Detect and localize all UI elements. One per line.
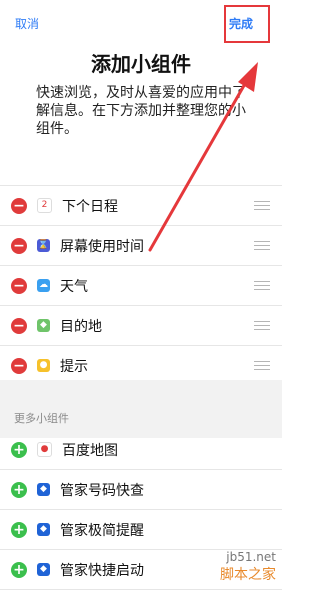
tips-icon: ● (37, 359, 50, 372)
widget-label: 天气 (60, 278, 88, 295)
widget-label: 百度地图 (62, 442, 118, 459)
remove-icon[interactable]: − (11, 277, 27, 294)
watermark-site-name: 脚本之家 (220, 567, 276, 583)
add-icon[interactable]: + (11, 481, 27, 498)
page-title: 添加小组件 (91, 52, 191, 76)
reorder-handle-icon[interactable] (254, 201, 270, 213)
shield-icon: ◆ (37, 523, 50, 536)
widget-row: − ◆ 目的地 (0, 306, 282, 346)
widget-label: 目的地 (60, 318, 102, 335)
reorder-handle-icon[interactable] (254, 241, 270, 253)
widget-row: − ☁ 天气 (0, 266, 282, 306)
hourglass-icon: ⌛ (37, 239, 50, 252)
remove-icon[interactable]: − (11, 357, 27, 374)
cancel-button[interactable]: 取消 (15, 15, 39, 32)
widget-row: + ◆ 管家极简提醒 (0, 510, 282, 550)
remove-icon[interactable]: − (11, 197, 27, 214)
done-button[interactable]: 完成 (229, 15, 253, 32)
shield-icon: ◆ (37, 563, 50, 576)
page-description: 快速浏览，及时从喜爱的应用中了解信息。在下方添加并整理您的小组件。 (36, 85, 246, 137)
shield-icon: ◆ (37, 483, 50, 496)
more-widgets-title: 更多小组件 (14, 412, 69, 425)
widget-label: 管家号码快查 (60, 482, 144, 499)
watermark: jb51.net 脚本之家 (220, 550, 276, 584)
widget-label: 管家极简提醒 (60, 522, 144, 539)
widget-label: 管家快捷启动 (60, 562, 144, 579)
remove-icon[interactable]: − (11, 317, 27, 334)
widget-row: + ● 百度地图 (0, 430, 282, 470)
widget-row: + ◆ 管家号码快查 (0, 470, 282, 510)
reorder-handle-icon[interactable] (254, 321, 270, 333)
add-icon[interactable]: + (11, 561, 27, 578)
navigation-bar: 取消 完成 (0, 0, 282, 43)
reorder-handle-icon[interactable] (254, 281, 270, 293)
add-icon[interactable]: + (11, 441, 27, 458)
weather-icon: ☁ (37, 279, 50, 292)
baidu-map-icon: ● (37, 442, 52, 457)
active-widgets-list: − 2 下个日程 − ⌛ 屏幕使用时间 − ☁ 天气 − ◆ 目的地 − ● 提… (0, 185, 282, 386)
widget-label: 下个日程 (62, 198, 118, 215)
widget-label: 屏幕使用时间 (60, 238, 144, 255)
remove-icon[interactable]: − (11, 237, 27, 254)
widget-row: − 2 下个日程 (0, 186, 282, 226)
watermark-domain: jb51.net (226, 550, 276, 564)
reorder-handle-icon[interactable] (254, 361, 270, 373)
widget-row: − ⌛ 屏幕使用时间 (0, 226, 282, 266)
calendar-icon: 2 (37, 198, 52, 213)
maps-icon: ◆ (37, 319, 50, 332)
widget-label: 提示 (60, 358, 88, 375)
add-icon[interactable]: + (11, 521, 27, 538)
